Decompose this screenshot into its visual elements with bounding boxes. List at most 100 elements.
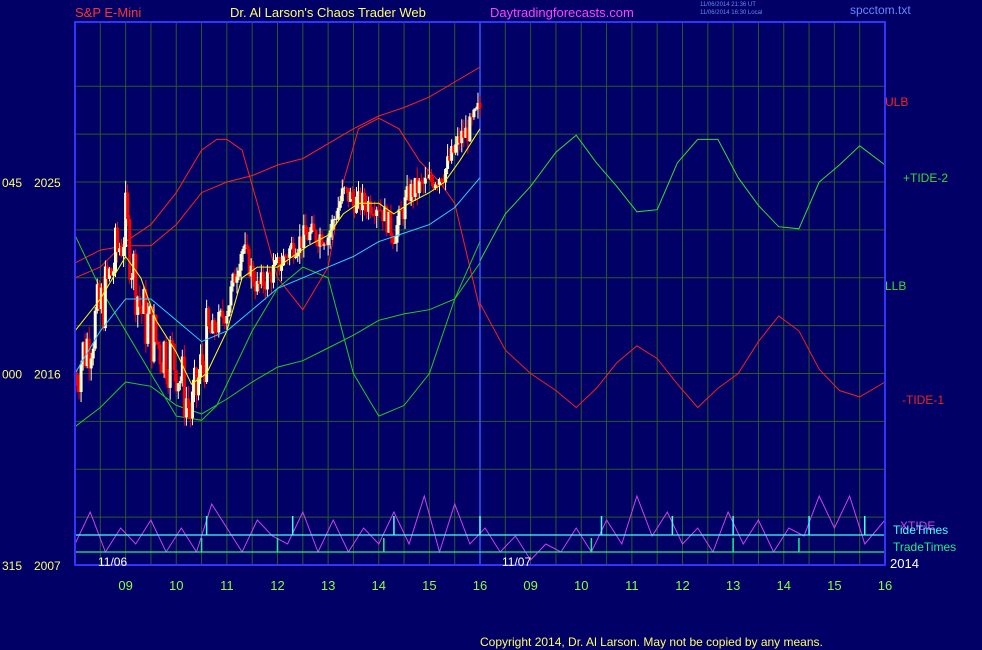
price-bar <box>190 391 194 419</box>
x-tick-label: 14 <box>777 578 791 593</box>
price-bar <box>403 197 407 220</box>
price-bar <box>122 247 126 257</box>
price-bar <box>237 270 241 277</box>
price-bar <box>326 237 330 246</box>
price-bar <box>454 144 458 153</box>
x-tick-label: 13 <box>321 578 335 593</box>
x-tick-label: 16 <box>878 578 892 593</box>
price-bar <box>338 201 342 208</box>
price-bar <box>312 223 316 231</box>
series-label: LLB <box>885 279 906 293</box>
series-label: ULB <box>885 95 908 109</box>
y-tick-right: 2025 <box>34 176 61 190</box>
x-tick-label: 14 <box>372 578 386 593</box>
price-bar <box>156 341 160 345</box>
price-bar <box>308 231 312 241</box>
price-bar <box>245 244 249 249</box>
price-bar <box>334 218 338 220</box>
price-bar <box>130 277 134 280</box>
x-tick-label: 13 <box>726 578 740 593</box>
series-label: +TIDE-2 <box>903 171 948 185</box>
x-tick-label: 11 <box>220 578 234 593</box>
year-label: 2014 <box>890 556 919 571</box>
price-bar <box>472 109 476 118</box>
price-bar <box>207 308 211 327</box>
price-bar <box>478 102 482 109</box>
series-label: TradeTimes <box>893 540 956 554</box>
x-tick-label: 15 <box>827 578 841 593</box>
price-bar <box>395 225 399 243</box>
price-bar <box>91 348 95 359</box>
price-bar <box>227 305 231 317</box>
price-bar <box>265 271 269 290</box>
timestamp-local: 11/06/2014 16:30 Local <box>700 10 763 16</box>
price-bar <box>267 271 271 273</box>
price-bar <box>468 116 472 142</box>
price-bar <box>186 398 190 409</box>
price-bar <box>89 358 93 369</box>
price-bar <box>221 310 225 319</box>
price-bar <box>79 364 83 392</box>
price-bar <box>440 178 444 182</box>
x-tick-label: 12 <box>675 578 689 593</box>
timestamp-ut: 11/06/2014 21:36 UT <box>700 2 756 8</box>
series-label: -TIDE-1 <box>902 393 944 407</box>
x-tick-label: 10 <box>169 578 183 593</box>
chart-canvas: 09 10 11 12 13 14 15 16 09 10 11 12 13 14 15 16 11/06 11/… <box>2 21 956 593</box>
x-tick-label: 09 <box>523 578 537 593</box>
y-tick-left: 000 <box>2 368 22 382</box>
price-bar <box>320 234 324 246</box>
price-bar <box>417 180 421 194</box>
price-bar <box>294 256 298 258</box>
price-bar <box>176 383 180 392</box>
x-tick-label: 10 <box>574 578 588 593</box>
price-bar <box>178 381 182 384</box>
price-bar <box>336 207 340 219</box>
date-label: 11/07 <box>502 555 531 569</box>
symbol-title: S&P E-Mini <box>75 5 142 20</box>
price-bar <box>235 276 239 283</box>
price-bar <box>280 265 284 271</box>
x-tick-label: 16 <box>473 578 487 593</box>
axis-labels: 09 10 11 12 13 14 15 16 09 10 11 12 13 14 15 16 11/06 11/… <box>2 95 956 593</box>
price-bar <box>474 108 478 110</box>
price-bar <box>273 259 277 265</box>
price-bar <box>314 230 318 242</box>
price-bar <box>397 209 401 226</box>
x-tick-label: 12 <box>270 578 284 593</box>
price-bar <box>340 188 344 202</box>
price-bar <box>241 248 245 255</box>
price-bar <box>225 316 229 324</box>
price-bar <box>261 272 265 287</box>
price-bar <box>201 354 205 366</box>
y-tick-left: 045 <box>2 176 22 190</box>
price-bar <box>429 174 433 182</box>
x-tick-label: 09 <box>118 578 132 593</box>
price-bar <box>304 225 308 235</box>
price-bar <box>389 211 393 236</box>
price-bar <box>239 254 243 271</box>
price-bar <box>164 341 168 379</box>
price-bar <box>284 255 288 257</box>
price-bar <box>350 191 354 200</box>
series-label: TideTimes <box>893 523 948 537</box>
price-bar <box>213 320 217 332</box>
price-bar <box>146 313 150 344</box>
price-bar <box>229 286 233 306</box>
x-tick-label: 11 <box>625 578 639 593</box>
copyright-notice: Copyright 2014, Dr. Al Larson. May not b… <box>480 635 823 649</box>
price-bar <box>93 310 97 349</box>
date-label: 11/06 <box>98 555 127 569</box>
x-tick-label: 15 <box>422 578 436 593</box>
price-bar <box>393 242 397 244</box>
y-tick-right: 2016 <box>34 368 61 382</box>
data-file-name: spcctom.txt <box>850 3 911 17</box>
price-bar <box>126 192 130 220</box>
price-bar <box>128 219 132 280</box>
y-tick-right: 2007 <box>34 559 61 573</box>
site-title: Dr. Al Larson's Chaos Trader Web <box>230 5 426 20</box>
site-url: Daytradingforecasts.com <box>490 5 634 20</box>
price-bar <box>251 265 255 283</box>
price-bar <box>168 340 172 388</box>
price-bar <box>158 344 162 365</box>
